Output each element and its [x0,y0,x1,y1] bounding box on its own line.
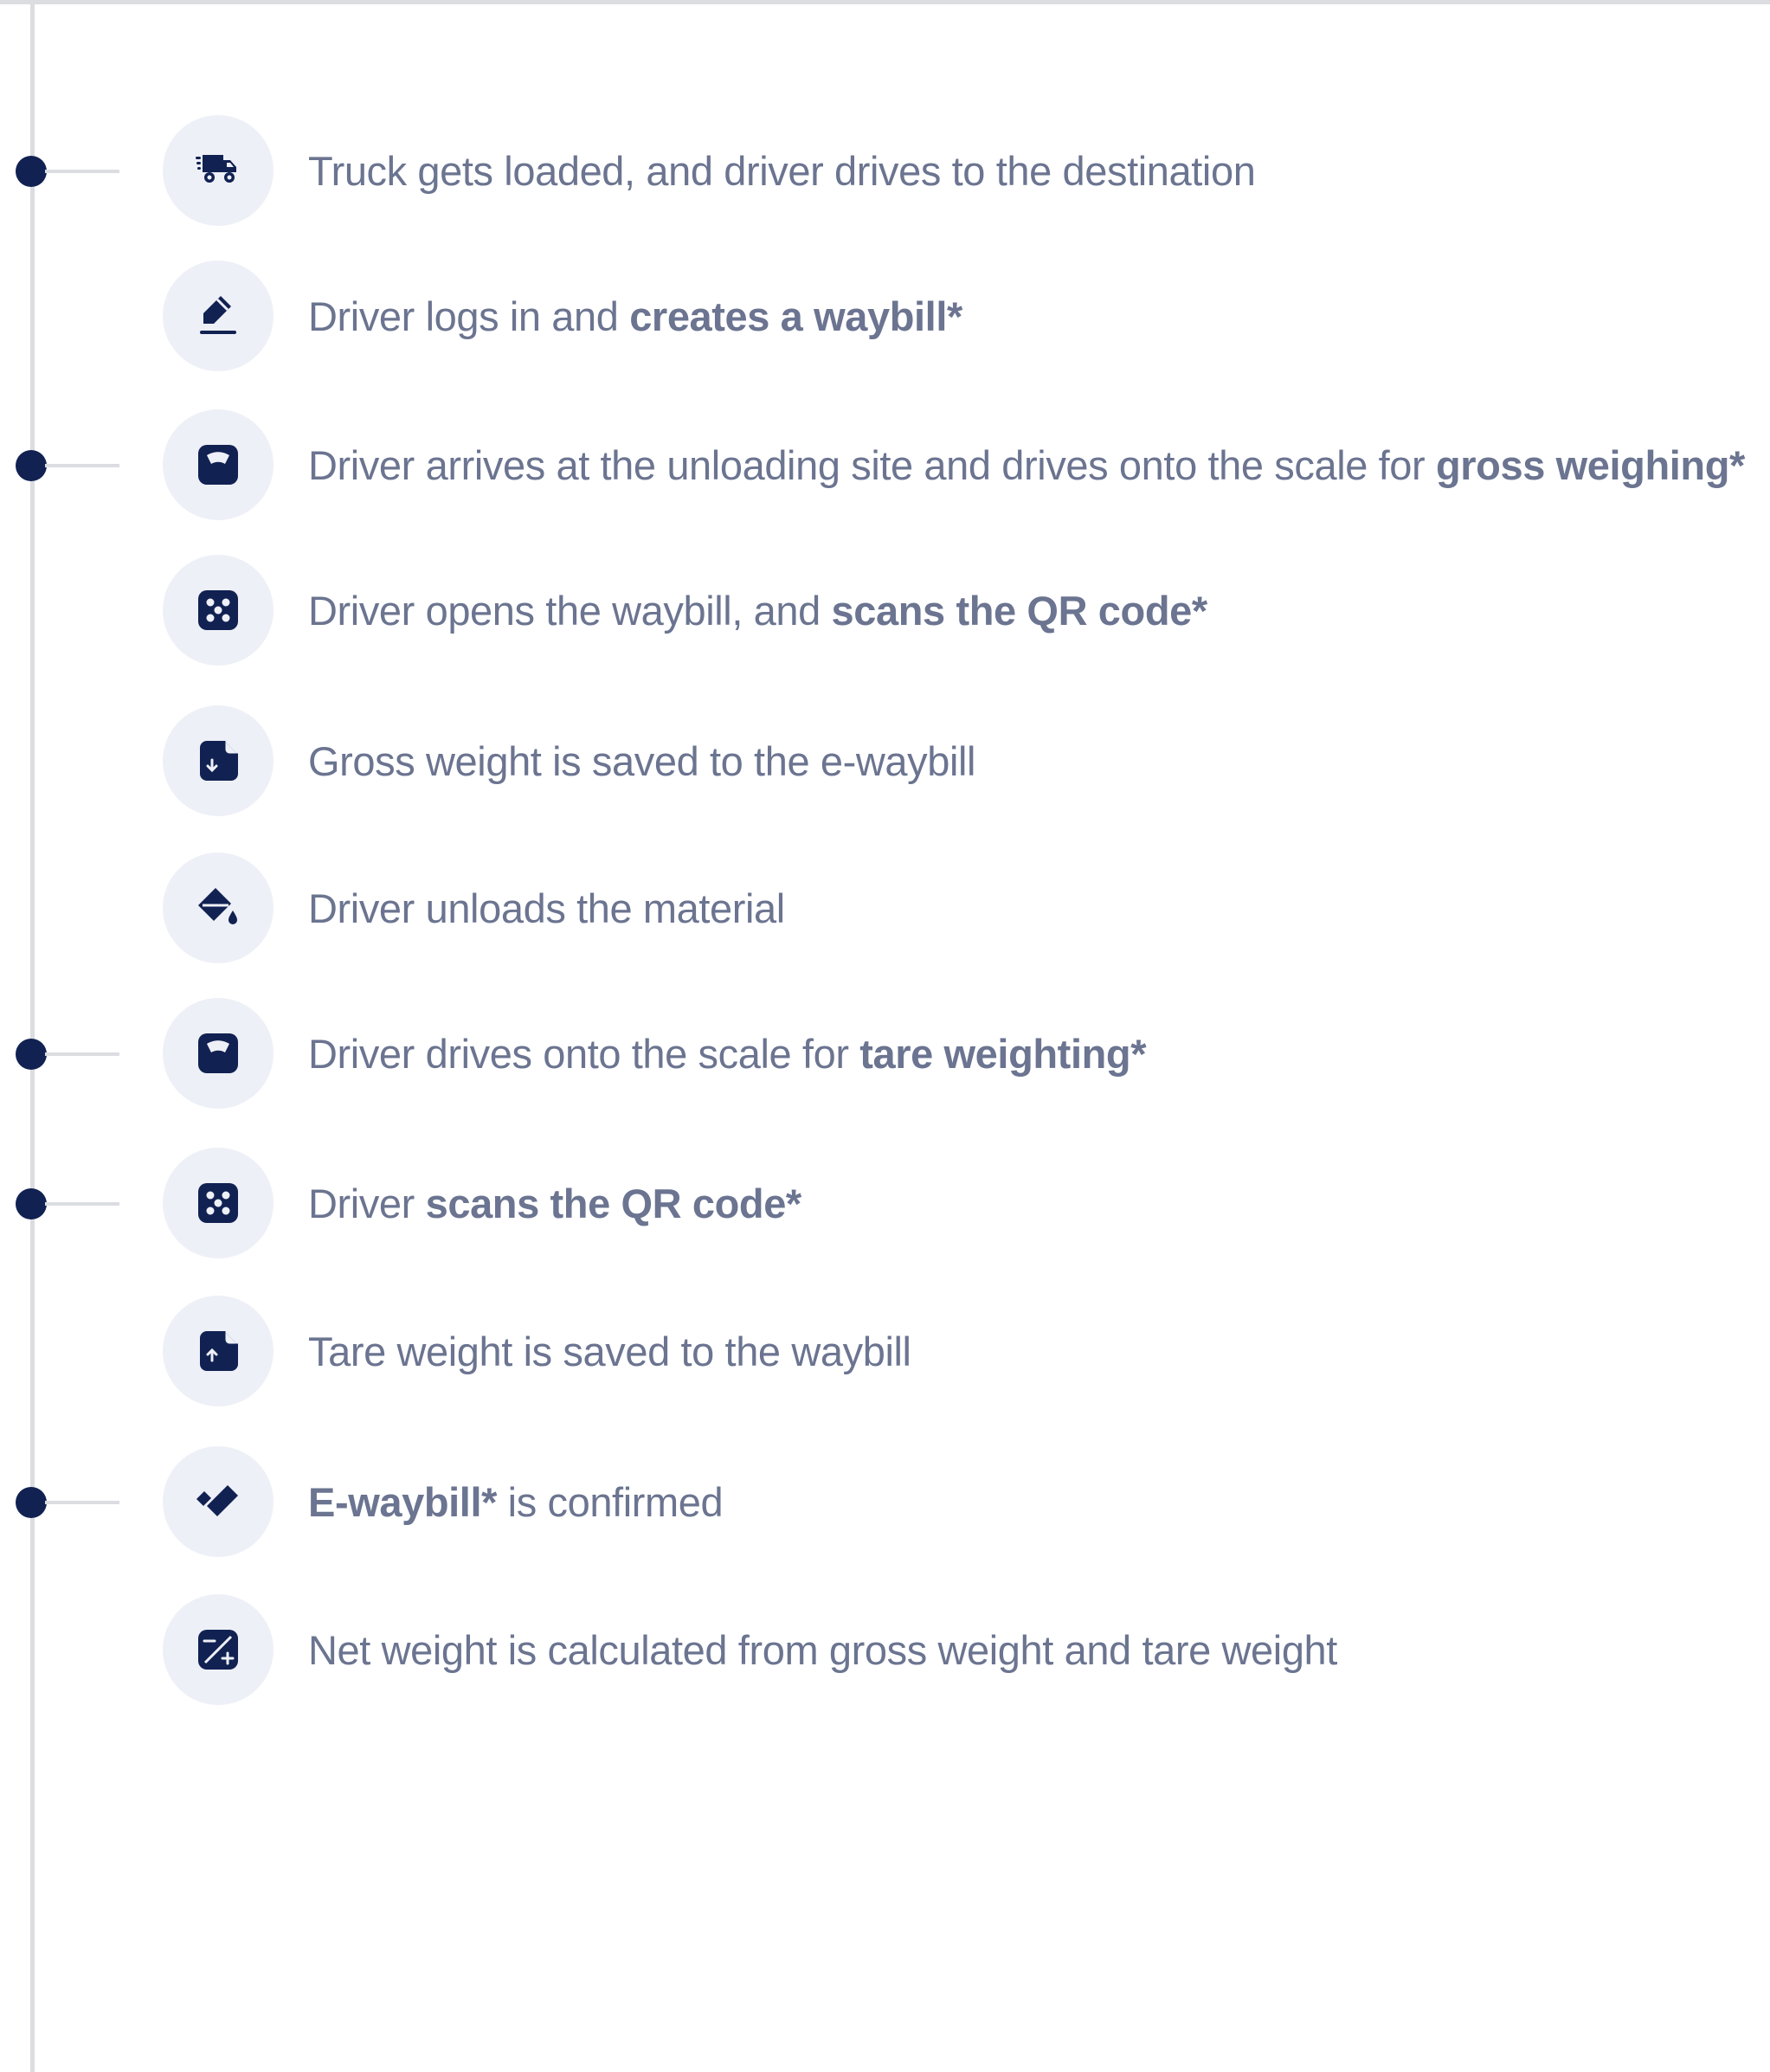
pen-edit-icon [163,261,274,371]
timeline-marker-dot [16,1188,47,1219]
step-text-segment: Truck gets loaded, and driver drives to … [308,148,1256,194]
step-description: Driver drives onto the scale for tare we… [308,998,1147,1110]
step-text-segment: Driver unloads the material [308,885,785,931]
timeline-step: Driver arrives at the unloading site and… [0,409,1770,522]
process-timeline: Truck gets loaded, and driver drives to … [0,0,1770,2072]
step-description: Tare weight is saved to the waybill [308,1296,911,1408]
step-description: Truck gets loaded, and driver drives to … [308,115,1256,228]
timeline-step: Driver logs in and creates a waybill* [0,261,1770,373]
step-text-segment: Net weight is calculated from gross weig… [308,1627,1337,1673]
fill-bucket-icon [163,853,274,963]
timeline-step: Driver unloads the material [0,853,1770,965]
timeline-step: E-waybill* is confirmed [0,1446,1770,1559]
step-description: Driver arrives at the unloading site and… [308,409,1745,522]
double-check-icon [163,1446,274,1557]
step-description: Driver logs in and creates a waybill* [308,261,962,373]
step-description: Driver unloads the material [308,853,785,965]
step-description: Driver scans the QR code* [308,1148,801,1260]
step-text-segment: Driver arrives at the unloading site and… [308,442,1436,488]
step-text-emphasis: tare weighting* [859,1031,1147,1077]
step-text-segment: is confirmed [497,1479,724,1525]
step-text-emphasis: scans the QR code* [831,588,1208,634]
step-text-segment: Driver [308,1181,426,1226]
timeline-marker-dot [16,156,47,187]
step-text-segment: Tare weight is saved to the waybill [308,1329,911,1374]
calculator-icon [163,1594,274,1705]
step-description: E-waybill* is confirmed [308,1446,724,1559]
file-download-icon [163,705,274,816]
timeline-connector [45,1202,119,1206]
timeline-connector [45,1501,119,1504]
timeline-step: Net weight is calculated from gross weig… [0,1594,1770,1707]
top-divider [0,0,1770,4]
step-text-emphasis: gross weighing* [1435,442,1745,488]
step-description: Gross weight is saved to the e-waybill [308,705,975,818]
timeline-marker-dot [16,1039,47,1070]
timeline-marker-dot [16,1487,47,1518]
step-description: Driver opens the waybill, and scans the … [308,555,1207,667]
timeline-step: Driver opens the waybill, and scans the … [0,555,1770,667]
step-text-segment: Driver logs in and [308,293,630,339]
step-description: Net weight is calculated from gross weig… [308,1594,1337,1707]
step-text-emphasis: E-waybill* [308,1479,498,1525]
timeline-step: Tare weight is saved to the waybill [0,1296,1770,1408]
timeline-connector [45,464,119,467]
qr-scan-icon [163,1148,274,1258]
weight-scale-icon [163,998,274,1109]
truck-fast-icon [163,115,274,226]
timeline-step: Truck gets loaded, and driver drives to … [0,115,1770,228]
timeline-connector [45,1052,119,1056]
step-text-segment: Driver drives onto the scale for [308,1031,860,1077]
step-text-segment: Gross weight is saved to the e-waybill [308,738,976,784]
file-upload-icon [163,1296,274,1406]
timeline-connector [45,170,119,173]
step-text-emphasis: creates a waybill* [629,293,962,339]
qr-scan-icon [163,555,274,666]
timeline-step: Driver drives onto the scale for tare we… [0,998,1770,1110]
step-text-emphasis: scans the QR code* [425,1181,802,1226]
timeline-marker-dot [16,450,47,481]
step-text-segment: Driver opens the waybill, and [308,588,832,634]
timeline-step: Gross weight is saved to the e-waybill [0,705,1770,818]
timeline-step: Driver scans the QR code* [0,1148,1770,1260]
weight-scale-icon [163,409,274,520]
